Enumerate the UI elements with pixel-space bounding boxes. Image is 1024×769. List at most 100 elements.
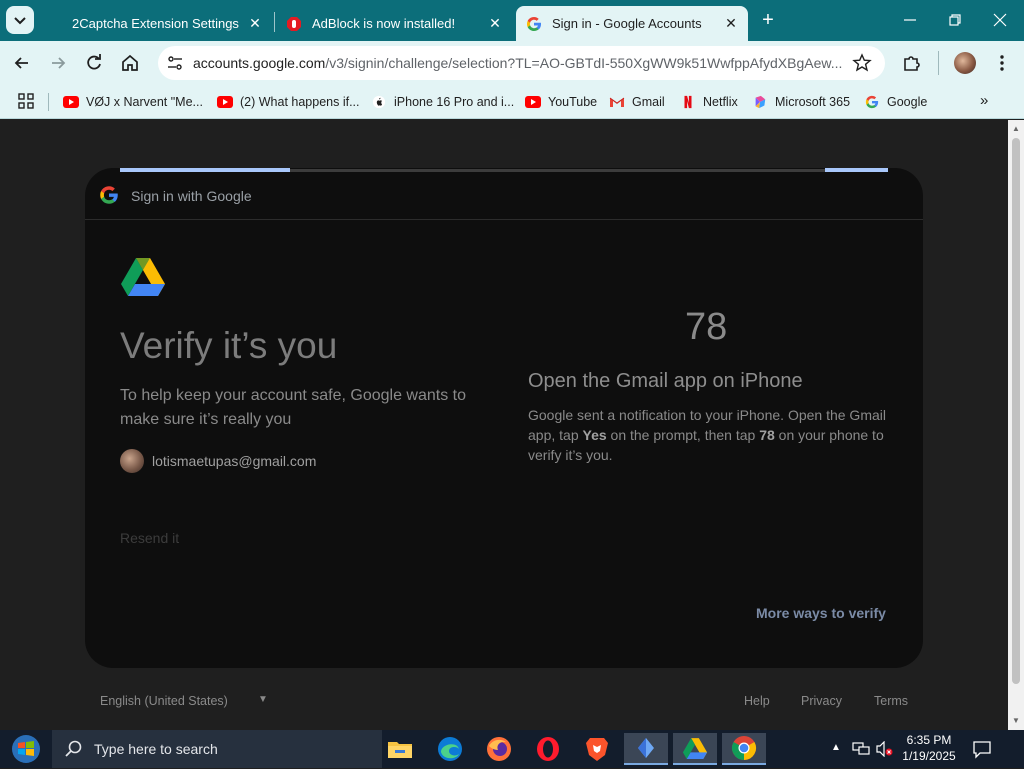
bookmark-item[interactable]: (2) What happens if... [217, 92, 360, 112]
search-icon [65, 740, 82, 757]
bookmark-label: iPhone 16 Pro and i... [394, 95, 515, 109]
avatar [954, 52, 976, 74]
account-chip[interactable]: lotismaetupas@gmail.com [120, 448, 316, 474]
edge-icon [438, 737, 462, 761]
privacy-link[interactable]: Privacy [801, 694, 842, 708]
card-header: Sign in with Google [85, 168, 923, 220]
bookmark-label: Microsoft 365 [775, 95, 851, 109]
reload-button[interactable] [80, 49, 108, 77]
tab-title: AdBlock is now installed! [312, 16, 456, 31]
start-button[interactable] [6, 734, 46, 764]
page-title: Verify it’s you [120, 325, 338, 366]
arrow-left-icon [14, 57, 28, 69]
gmail-icon [609, 97, 625, 107]
brave-app[interactable] [575, 733, 619, 765]
chevron-down-icon [14, 17, 26, 25]
address-bar[interactable]: accounts.google.com/v3/signin/challenge/… [158, 46, 885, 80]
bookmark-item[interactable]: YouTube [525, 92, 597, 112]
bookmark-label: Gmail [632, 95, 665, 109]
url-domain: accounts.google.com [193, 55, 326, 71]
app-blue-icon[interactable] [624, 733, 668, 765]
bookmark-label: VØJ x Narvent "Me... [86, 95, 203, 109]
site-info-icon[interactable] [166, 54, 184, 72]
page-content: Sign in with Google Verify it’s you To h… [0, 120, 1008, 730]
close-icon[interactable]: ✕ [486, 14, 504, 32]
network-icon[interactable] [852, 741, 870, 757]
page-scrollbar[interactable]: ▲ ▼ [1008, 120, 1024, 730]
instruction-heading: Open the Gmail app on iPhone [528, 370, 803, 392]
microsoft365-icon [755, 95, 766, 109]
notifications-icon[interactable] [972, 739, 992, 759]
google-icon [865, 95, 879, 109]
brave-icon [586, 738, 608, 761]
dropdown-caret-icon[interactable]: ▼ [258, 694, 268, 705]
youtube-icon [525, 96, 541, 108]
tab-search-button[interactable] [6, 6, 34, 34]
header-label: Sign in with Google [131, 188, 252, 204]
restore-button[interactable] [941, 6, 969, 34]
close-icon[interactable]: ✕ [722, 14, 740, 32]
google-g-icon [100, 186, 118, 204]
chrome-app[interactable] [722, 733, 766, 765]
home-button[interactable] [116, 49, 144, 77]
search-placeholder: Type here to search [94, 741, 218, 757]
resend-link[interactable]: Resend it [120, 530, 179, 546]
youtube-icon [63, 96, 79, 108]
tab-adblock[interactable]: AdBlock is now installed! ✕ [280, 6, 512, 41]
file-explorer-app[interactable] [378, 733, 422, 765]
back-button[interactable] [8, 49, 36, 77]
help-link[interactable]: Help [744, 694, 770, 708]
taskbar-search[interactable]: Type here to search [52, 730, 382, 768]
page-subtitle: To help keep your account safe, Google w… [120, 387, 466, 428]
tab-separator [274, 12, 275, 32]
arrow-right-icon [52, 57, 66, 69]
close-window-button[interactable] [986, 6, 1014, 34]
new-tab-button[interactable]: + [756, 8, 780, 32]
scrollbar-thumb[interactable] [1012, 138, 1020, 684]
bookmark-item[interactable]: VØJ x Narvent "Me... [63, 92, 203, 112]
language-selector[interactable]: English (United States) [100, 694, 228, 708]
bookmark-item[interactable]: Microsoft 365 [752, 92, 850, 112]
show-hidden-icons-button[interactable]: ▲ [831, 742, 841, 753]
more-bookmarks-button[interactable]: » [980, 92, 988, 109]
menu-button[interactable] [988, 49, 1016, 77]
extensions-button[interactable] [898, 49, 926, 77]
tab-bar: 2Captcha Extension Settings ✕ AdBlock is… [0, 0, 1024, 41]
forward-button[interactable] [44, 49, 72, 77]
folder-icon [388, 742, 412, 758]
tab-title: 2Captcha Extension Settings [72, 16, 239, 31]
tab-google-signin[interactable]: Sign in - Google Accounts ✕ [516, 6, 748, 41]
profile-button[interactable] [951, 49, 979, 77]
tab-title: Sign in - Google Accounts [552, 16, 702, 31]
bookmark-item[interactable]: Netflix [680, 92, 738, 112]
apps-button[interactable] [18, 93, 34, 114]
volume-muted-icon[interactable] [876, 741, 894, 757]
scroll-down-icon[interactable]: ▼ [1012, 716, 1020, 725]
minimize-icon [904, 19, 916, 21]
bookmark-item[interactable]: iPhone 16 Pro and i... [371, 92, 514, 112]
scroll-up-icon[interactable]: ▲ [1012, 124, 1020, 133]
chrome-icon [731, 736, 757, 760]
clock-date: 1/19/2025 [902, 749, 956, 763]
tab-2captcha[interactable]: 2Captcha Extension Settings ✕ [46, 6, 272, 41]
bookmark-label: YouTube [548, 95, 598, 109]
page-footer: English (United States) ▼ Help Privacy T… [0, 690, 1008, 714]
opera-app[interactable] [526, 733, 570, 765]
url-text: accounts.google.com/v3/signin/challenge/… [193, 55, 843, 71]
bookmark-item[interactable]: Google [864, 92, 927, 112]
system-clock[interactable]: 6:35 PM 1/19/2025 [896, 732, 962, 764]
google-drive-app[interactable] [673, 733, 717, 765]
terms-link[interactable]: Terms [874, 694, 908, 708]
bookmark-label: Netflix [703, 95, 738, 109]
home-icon [122, 54, 138, 71]
firefox-app[interactable] [477, 733, 521, 765]
toolbar-divider [938, 51, 939, 75]
clock-time: 6:35 PM [906, 733, 952, 747]
minimize-button[interactable] [896, 6, 924, 34]
close-icon[interactable]: ✕ [246, 14, 264, 32]
firefox-icon [487, 737, 511, 761]
bookmark-item[interactable]: Gmail [609, 92, 665, 112]
more-ways-to-verify-button[interactable]: More ways to verify [756, 605, 886, 621]
edge-app[interactable] [428, 733, 472, 765]
star-icon[interactable] [852, 53, 872, 73]
